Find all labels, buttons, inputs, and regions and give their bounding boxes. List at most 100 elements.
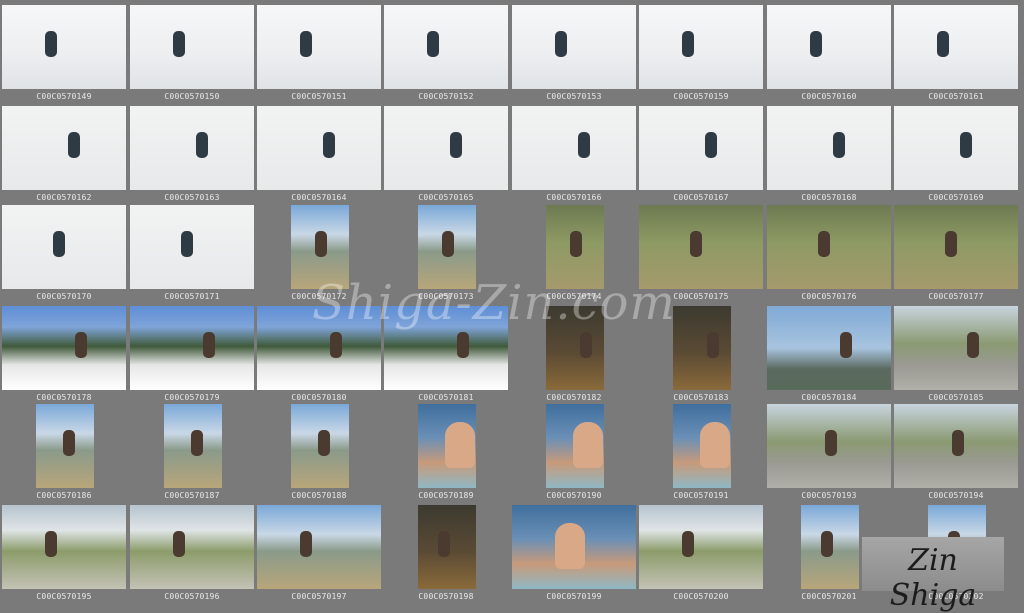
- photo-code: C00C0570193: [801, 491, 857, 500]
- photo-frame[interactable]: C00C0570188: [256, 404, 382, 504]
- photo-frame[interactable]: C00C0570168: [766, 106, 892, 206]
- photo-frame[interactable]: C00C0570198: [383, 505, 509, 605]
- thumbnail-photo[interactable]: [384, 106, 508, 190]
- subject-figure: [203, 332, 215, 358]
- thumbnail-photo[interactable]: [767, 306, 891, 390]
- photo-code: C00C0570159: [673, 92, 729, 101]
- photo-frame[interactable]: C00C0570194: [893, 404, 1019, 504]
- photo-frame[interactable]: C00C0570171: [129, 205, 255, 305]
- photo-code: C00C0570188: [291, 491, 347, 500]
- photo-code: C00C0570191: [673, 491, 729, 500]
- thumbnail-photo[interactable]: [384, 5, 508, 89]
- thumbnail-photo[interactable]: [639, 5, 763, 89]
- photo-frame[interactable]: C00C0570187: [129, 404, 255, 504]
- photo-frame[interactable]: C00C0570162: [1, 106, 127, 206]
- photo-frame[interactable]: C00C0570186: [1, 404, 127, 504]
- thumbnail-photo[interactable]: [767, 106, 891, 190]
- photo-frame[interactable]: C00C0570164: [256, 106, 382, 206]
- thumbnail-photo[interactable]: [130, 205, 254, 289]
- photo-frame[interactable]: C00C0570184: [766, 306, 892, 406]
- subject-figure: [555, 523, 585, 569]
- thumbnail-photo[interactable]: [546, 404, 604, 488]
- thumbnail-photo[interactable]: [418, 404, 476, 488]
- thumbnail-photo[interactable]: [512, 106, 636, 190]
- subject-figure: [196, 132, 208, 158]
- photo-frame[interactable]: C00C0570170: [1, 205, 127, 305]
- thumbnail-photo[interactable]: [2, 5, 126, 89]
- photo-frame[interactable]: C00C0570196: [129, 505, 255, 605]
- photo-frame[interactable]: C00C0570152: [383, 5, 509, 105]
- photo-frame[interactable]: C00C0570200: [638, 505, 764, 605]
- photo-frame[interactable]: C00C0570179: [129, 306, 255, 406]
- subject-figure: [937, 31, 949, 57]
- thumbnail-photo[interactable]: [257, 505, 381, 589]
- photo-frame[interactable]: C00C0570163: [129, 106, 255, 206]
- photo-frame[interactable]: C00C0570159: [638, 5, 764, 105]
- photo-code: C00C0570199: [546, 592, 602, 601]
- thumbnail-photo[interactable]: [512, 5, 636, 89]
- thumbnail-photo[interactable]: [130, 505, 254, 589]
- thumbnail-photo[interactable]: [257, 5, 381, 89]
- photo-frame[interactable]: C00C0570195: [1, 505, 127, 605]
- photo-frame[interactable]: C00C0570161: [893, 5, 1019, 105]
- photo-frame[interactable]: C00C0570149: [1, 5, 127, 105]
- thumbnail-photo[interactable]: [673, 404, 731, 488]
- subject-figure: [442, 231, 454, 257]
- photo-frame[interactable]: C00C0570176: [766, 205, 892, 305]
- thumbnail-photo[interactable]: [257, 106, 381, 190]
- photo-frame[interactable]: C00C0570166: [511, 106, 637, 206]
- thumbnail-photo[interactable]: [639, 106, 763, 190]
- thumbnail-photo[interactable]: [894, 205, 1018, 289]
- thumbnail-photo[interactable]: [894, 306, 1018, 390]
- photo-frame[interactable]: C00C0570185: [893, 306, 1019, 406]
- photo-frame[interactable]: C00C0570190: [511, 404, 637, 504]
- thumbnail-photo[interactable]: [2, 106, 126, 190]
- photo-frame[interactable]: C00C0570193: [766, 404, 892, 504]
- photo-code: C00C0570164: [291, 193, 347, 202]
- thumbnail-photo[interactable]: [418, 505, 476, 589]
- thumbnail-photo[interactable]: [767, 205, 891, 289]
- subject-figure: [63, 430, 75, 456]
- watermark: Shiga-Zin.com: [312, 275, 676, 331]
- thumbnail-photo[interactable]: [894, 404, 1018, 488]
- photo-frame[interactable]: C00C0570169: [893, 106, 1019, 206]
- subject-figure: [191, 430, 203, 456]
- photo-code: C00C0570178: [36, 393, 92, 402]
- photo-frame[interactable]: C00C0570197: [256, 505, 382, 605]
- photo-frame[interactable]: C00C0570189: [383, 404, 509, 504]
- subject-figure: [573, 422, 603, 468]
- thumbnail-photo[interactable]: [767, 404, 891, 488]
- thumbnail-photo[interactable]: [130, 306, 254, 390]
- thumbnail-photo[interactable]: [673, 306, 731, 390]
- thumbnail-photo[interactable]: [801, 505, 859, 589]
- thumbnail-photo[interactable]: [639, 505, 763, 589]
- photo-frame[interactable]: C00C0570178: [1, 306, 127, 406]
- photo-frame[interactable]: C00C0570150: [129, 5, 255, 105]
- subject-figure: [705, 132, 717, 158]
- photo-code: C00C0570179: [164, 393, 220, 402]
- photo-code: C00C0570170: [36, 292, 92, 301]
- thumbnail-photo[interactable]: [2, 306, 126, 390]
- thumbnail-photo[interactable]: [36, 404, 94, 488]
- thumbnail-photo[interactable]: [894, 5, 1018, 89]
- thumbnail-photo[interactable]: [894, 106, 1018, 190]
- thumbnail-photo[interactable]: [767, 5, 891, 89]
- thumbnail-photo[interactable]: [130, 106, 254, 190]
- photo-code: C00C0570186: [36, 491, 92, 500]
- photo-frame[interactable]: C00C0570153: [511, 5, 637, 105]
- photo-frame[interactable]: C00C0570167: [638, 106, 764, 206]
- thumbnail-photo[interactable]: [164, 404, 222, 488]
- subject-figure: [45, 531, 57, 557]
- thumbnail-photo[interactable]: [2, 205, 126, 289]
- thumbnail-photo[interactable]: [130, 5, 254, 89]
- thumbnail-photo[interactable]: [2, 505, 126, 589]
- thumbnail-photo[interactable]: [291, 404, 349, 488]
- photo-frame[interactable]: C00C0570199: [511, 505, 637, 605]
- photo-code: C00C0570184: [801, 393, 857, 402]
- photo-frame[interactable]: C00C0570165: [383, 106, 509, 206]
- photo-frame[interactable]: C00C0570151: [256, 5, 382, 105]
- thumbnail-photo[interactable]: [512, 505, 636, 589]
- photo-frame[interactable]: C00C0570160: [766, 5, 892, 105]
- photo-frame[interactable]: C00C0570177: [893, 205, 1019, 305]
- photo-frame[interactable]: C00C0570191: [638, 404, 764, 504]
